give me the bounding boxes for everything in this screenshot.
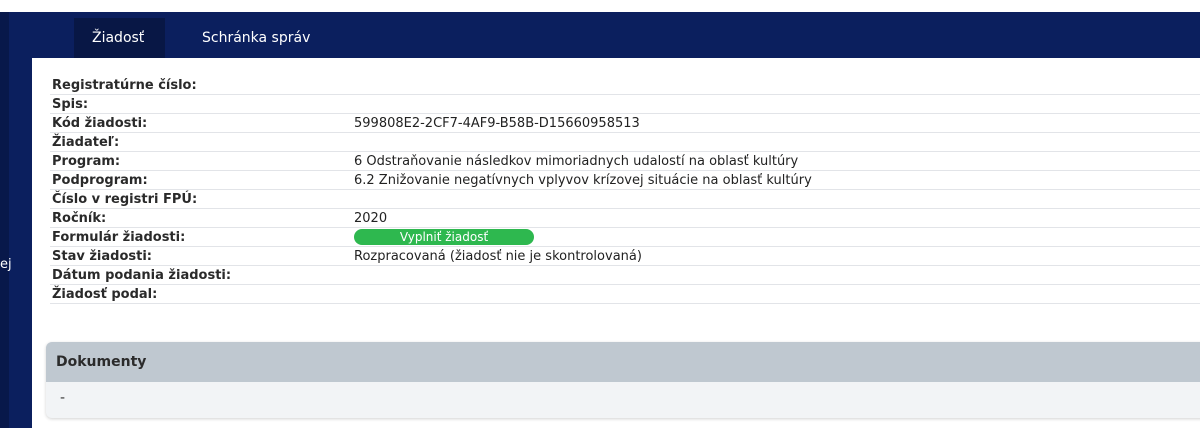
field-label: Stav žiadosti: <box>50 246 352 266</box>
documents-empty-text: - <box>60 390 66 406</box>
field-value <box>352 132 1200 152</box>
field-value <box>352 265 1200 285</box>
field-label: Program: <box>50 151 352 171</box>
field-label: Registratúrne číslo: <box>50 76 352 95</box>
field-value <box>352 76 1200 95</box>
field-value <box>352 94 1200 114</box>
field-label: Číslo v registri FPÚ: <box>50 189 352 209</box>
field-row-formular-ziadosti: Formulár žiadosti: Vyplniť žiadosť <box>50 227 1200 247</box>
field-row-program: Program: 6 Odstraňovanie následkov mimor… <box>50 151 1200 171</box>
application-details-table: Registratúrne číslo: Spis: Kód žiadosti:… <box>50 76 1200 304</box>
field-value: 6.2 Znižovanie negatívnych vplyvov krízo… <box>352 170 1200 190</box>
tab-ziadost[interactable]: Žiadosť <box>74 18 165 58</box>
fill-application-button[interactable]: Vyplniť žiadosť <box>354 229 534 245</box>
tab-schranka-sprav[interactable]: Schránka správ <box>184 18 328 58</box>
field-label: Kód žiadosti: <box>50 113 352 133</box>
field-value: Rozpracovaná (žiadosť nie je skontrolova… <box>352 246 1200 266</box>
field-value: 2020 <box>352 208 1200 228</box>
field-row-ziadatel: Žiadateľ: <box>50 132 1200 152</box>
field-row-datum-podania: Dátum podania žiadosti: <box>50 265 1200 285</box>
tab-bar: Žiadosť Schránka správ <box>32 12 1200 58</box>
field-label: Spis: <box>50 94 352 114</box>
field-value: Vyplniť žiadosť <box>352 227 1200 247</box>
field-row-podprogram: Podprogram: 6.2 Znižovanie negatívnych v… <box>50 170 1200 190</box>
field-label: Žiadateľ: <box>50 132 352 152</box>
field-label: Žiadosť podal: <box>50 284 352 304</box>
field-row-kod-ziadosti: Kód žiadosti: 599808E2-2CF7-4AF9-B58B-D1… <box>50 113 1200 133</box>
documents-panel-title: Dokumenty <box>46 342 1200 382</box>
field-row-rocnik: Ročník: 2020 <box>50 208 1200 228</box>
field-value <box>352 189 1200 209</box>
field-label: Formulár žiadosti: <box>50 227 352 247</box>
field-row-registraturne-cislo: Registratúrne číslo: <box>50 76 1200 95</box>
sidebar-edge <box>0 12 9 428</box>
sidebar-partial-label[interactable]: ej <box>0 257 12 272</box>
field-row-cislo-v-registri: Číslo v registri FPÚ: <box>50 189 1200 209</box>
documents-panel: Dokumenty - <box>46 342 1200 418</box>
field-row-stav-ziadosti: Stav žiadosti: Rozpracovaná (žiadosť nie… <box>50 246 1200 266</box>
field-label: Ročník: <box>50 208 352 228</box>
field-label: Podprogram: <box>50 170 352 190</box>
field-value <box>352 284 1200 304</box>
field-row-ziadost-podal: Žiadosť podal: <box>50 284 1200 304</box>
field-label: Dátum podania žiadosti: <box>50 265 352 285</box>
field-row-spis: Spis: <box>50 94 1200 114</box>
field-value: 599808E2-2CF7-4AF9-B58B-D15660958513 <box>352 113 1200 133</box>
field-value: 6 Odstraňovanie následkov mimoriadnych u… <box>352 151 1200 171</box>
top-strip <box>0 0 1200 12</box>
main-content: Registratúrne číslo: Spis: Kód žiadosti:… <box>32 58 1200 428</box>
